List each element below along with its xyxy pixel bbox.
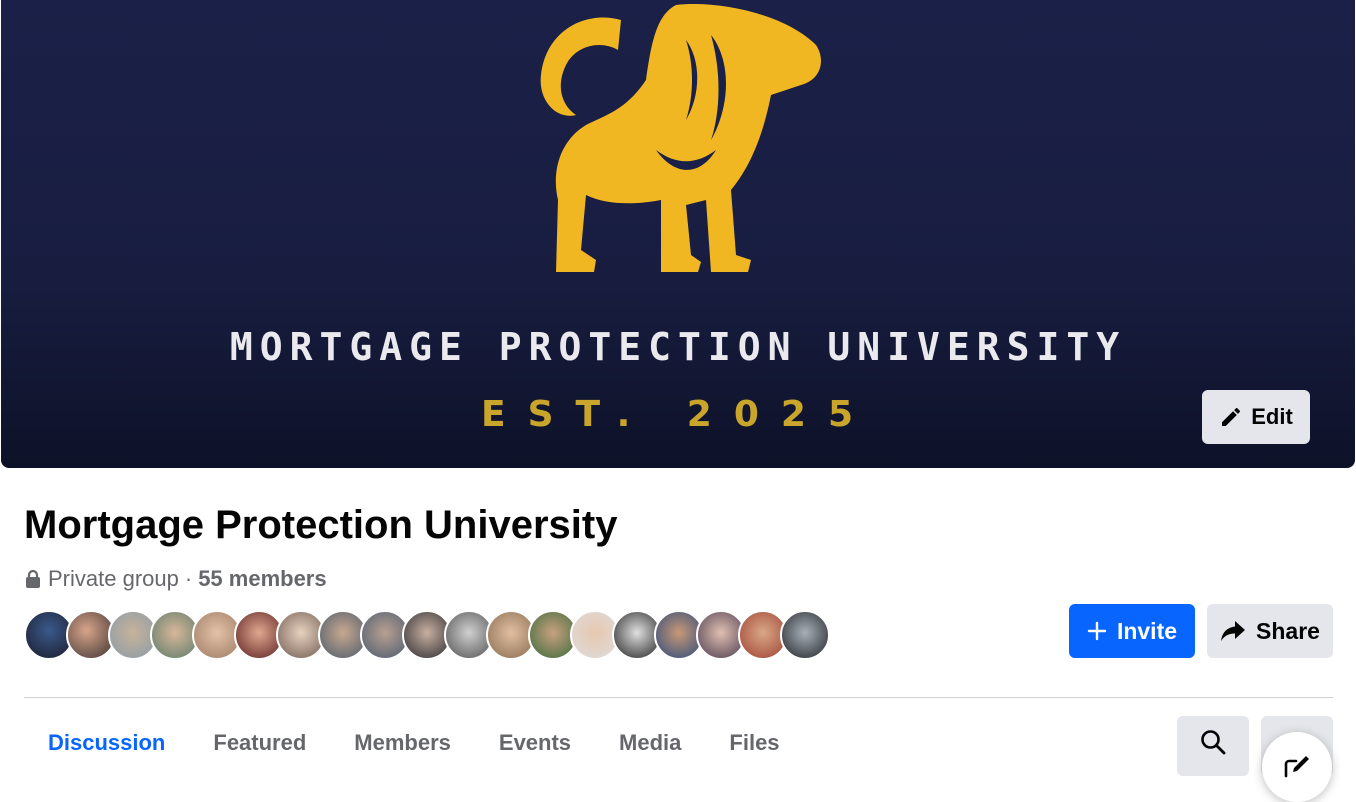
tab-events[interactable]: Events (475, 716, 595, 776)
search-icon (1201, 730, 1226, 755)
plus-icon (1087, 621, 1107, 641)
lion-logo (540, 4, 821, 273)
invite-button[interactable]: Invite (1069, 604, 1195, 658)
tab-files[interactable]: Files (705, 716, 803, 776)
group-name[interactable]: Mortgage Protection University (24, 503, 617, 548)
share-arrow-icon (1221, 621, 1246, 641)
member-count[interactable]: 55 members (198, 566, 326, 592)
tab-discussion[interactable]: Discussion (24, 716, 189, 776)
tab-members[interactable]: Members (330, 716, 475, 776)
edit-label: Edit (1251, 404, 1293, 429)
tab-media[interactable]: Media (595, 716, 705, 776)
invite-label: Invite (1116, 617, 1178, 644)
avatar[interactable] (780, 610, 830, 660)
meta-separator: · (184, 566, 193, 591)
compose-button[interactable] (1262, 732, 1332, 802)
tab-featured[interactable]: Featured (189, 716, 330, 776)
cover-established: EST. 2025 (480, 394, 875, 435)
edit-cover-button[interactable]: Edit (1202, 390, 1310, 444)
cover-title: MORTGAGE PROTECTION UNIVERSITY (229, 325, 1127, 369)
search-button[interactable] (1177, 716, 1249, 776)
share-button[interactable]: Share (1207, 604, 1333, 658)
divider (24, 697, 1333, 698)
lock-icon (26, 569, 40, 588)
share-label: Share (1256, 617, 1320, 644)
compose-icon (1284, 756, 1309, 778)
group-tabs: Discussion Featured Members Events Media… (24, 716, 804, 776)
pencil-icon (1222, 407, 1241, 426)
privacy-label: Private group (48, 566, 179, 591)
cover-photo: MORTGAGE PROTECTION UNIVERSITY EST. 2025… (1, 0, 1355, 468)
group-meta: Private group · 55 members (24, 566, 327, 592)
